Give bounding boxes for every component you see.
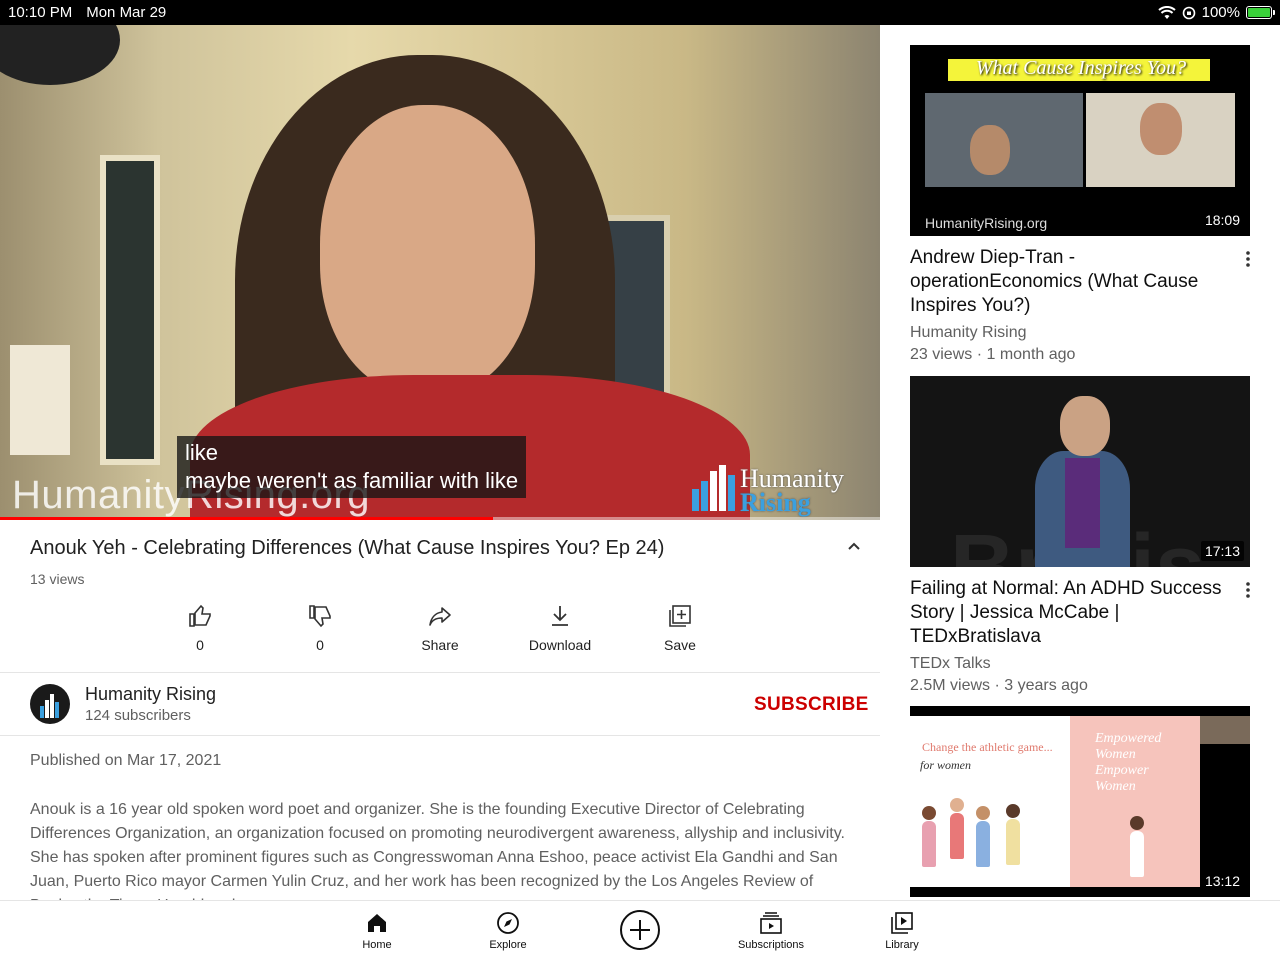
video-title[interactable]: Anouk Yeh - Celebrating Differences (Wha… bbox=[30, 537, 664, 560]
save-to-playlist-icon bbox=[669, 605, 691, 627]
closed-captions: like maybe weren't as familiar with like bbox=[177, 436, 527, 498]
subscriptions-icon bbox=[760, 912, 782, 934]
humanity-rising-logo bbox=[692, 465, 735, 511]
thumbnail-banner-text: What Cause Inspires You? bbox=[975, 57, 1187, 79]
tab-library[interactable]: Library bbox=[852, 911, 952, 951]
download-label: Download bbox=[528, 637, 592, 653]
thumbs-down-icon bbox=[309, 605, 331, 628]
status-right: 100% bbox=[1157, 4, 1275, 21]
published-date: Published on Mar 17, 2021 bbox=[30, 752, 222, 769]
action-bar: 0 0 Share Download Save bbox=[140, 603, 740, 653]
video-player[interactable]: HumanityRising.org Humanity Rising like … bbox=[0, 25, 880, 520]
status-bar: 10:10 PM Mon Mar 29 100% bbox=[0, 0, 1280, 25]
create-plus-icon[interactable] bbox=[619, 909, 661, 951]
video-duration: 18:09 bbox=[1200, 210, 1244, 230]
thumbnail-text: for women bbox=[920, 758, 971, 772]
thumbs-up-icon bbox=[189, 604, 211, 627]
subscriber-count: 124 subscribers bbox=[85, 707, 191, 724]
speaker-face bbox=[320, 105, 535, 395]
channel-name[interactable]: Humanity Rising bbox=[85, 684, 216, 705]
channel-avatar[interactable] bbox=[30, 684, 70, 724]
thumbnail-text: Change the athletic game... bbox=[922, 740, 1053, 754]
divider bbox=[0, 672, 880, 673]
download-icon bbox=[552, 606, 568, 626]
caption-line-2: maybe weren't as familiar with like bbox=[185, 468, 519, 493]
view-count: 13 views bbox=[30, 571, 85, 587]
more-vert-icon[interactable] bbox=[1244, 249, 1252, 269]
tab-label: Library bbox=[885, 939, 919, 951]
explore-compass-icon bbox=[497, 912, 519, 934]
video-thumbnail[interactable]: Change the athletic game... for women Em… bbox=[910, 706, 1250, 897]
status-time: 10:10 PM bbox=[8, 4, 73, 21]
channel-name: Humanity Rising bbox=[910, 324, 1027, 341]
orientation-lock-icon bbox=[1182, 6, 1195, 19]
subscribe-button[interactable]: SUBSCRIBE bbox=[754, 694, 869, 716]
home-icon bbox=[368, 914, 386, 932]
video-duration: 17:13 bbox=[1200, 541, 1244, 561]
video-duration: 13:12 bbox=[1200, 871, 1244, 891]
save-label: Save bbox=[664, 637, 696, 653]
like-count: 0 bbox=[196, 637, 204, 653]
recommended-video[interactable]: Change the athletic game... for women Em… bbox=[910, 706, 1250, 897]
like-button[interactable]: 0 bbox=[140, 603, 260, 653]
video-thumbnail[interactable]: Bratis 17:13 bbox=[910, 376, 1250, 567]
tab-home[interactable]: Home bbox=[327, 911, 427, 951]
progress-bar[interactable] bbox=[0, 517, 880, 520]
video-stats: 23 views · 1 month ago bbox=[910, 346, 1076, 363]
chevron-up-icon[interactable] bbox=[845, 538, 863, 556]
share-icon bbox=[429, 607, 451, 626]
thumbnail-site-text: HumanityRising.org bbox=[925, 215, 1048, 231]
wifi-icon bbox=[1157, 5, 1176, 19]
battery-icon bbox=[1246, 6, 1275, 19]
library-icon bbox=[891, 912, 913, 934]
battery-percent: 100% bbox=[1201, 4, 1240, 21]
more-vert-icon[interactable] bbox=[1244, 580, 1252, 600]
caption-line-1: like bbox=[185, 440, 219, 465]
video-thumbnail[interactable]: What Cause Inspires You? HumanityRising.… bbox=[910, 45, 1250, 236]
share-label: Share bbox=[421, 637, 459, 653]
dislike-button[interactable]: 0 bbox=[260, 603, 380, 653]
tab-explore[interactable]: Explore bbox=[458, 911, 558, 951]
recommended-video[interactable]: What Cause Inspires You? HumanityRising.… bbox=[910, 45, 1250, 366]
logo-text: Humanity Rising bbox=[740, 464, 844, 517]
video-title[interactable]: Andrew Diep-Tran - operationEconomics (W… bbox=[910, 246, 1230, 318]
tab-label: Home bbox=[362, 939, 392, 951]
divider bbox=[0, 735, 880, 736]
progress-played bbox=[0, 517, 493, 520]
bottom-tab-bar: Home Explore Subscriptions Library bbox=[0, 900, 1280, 960]
video-description[interactable]: Anouk is a 16 year old spoken word poet … bbox=[30, 798, 850, 900]
share-button[interactable]: Share bbox=[380, 603, 500, 653]
thumbnail-text: Empowered Women Empower Women bbox=[1095, 731, 1162, 794]
dislike-count: 0 bbox=[316, 637, 324, 653]
video-stats: 2.5M views · 3 years ago bbox=[910, 677, 1088, 694]
channel-name: TEDx Talks bbox=[910, 655, 991, 672]
tab-label: Subscriptions bbox=[737, 939, 805, 951]
download-button[interactable]: Download bbox=[500, 603, 620, 653]
tab-label: Explore bbox=[489, 939, 527, 951]
status-date: Mon Mar 29 bbox=[86, 4, 167, 21]
recommended-video[interactable]: Bratis 17:13 Failing at Normal: An ADHD … bbox=[910, 376, 1250, 697]
save-button[interactable]: Save bbox=[620, 603, 740, 653]
tab-subscriptions[interactable]: Subscriptions bbox=[721, 911, 821, 951]
video-title[interactable]: Failing at Normal: An ADHD Success Story… bbox=[910, 577, 1230, 649]
